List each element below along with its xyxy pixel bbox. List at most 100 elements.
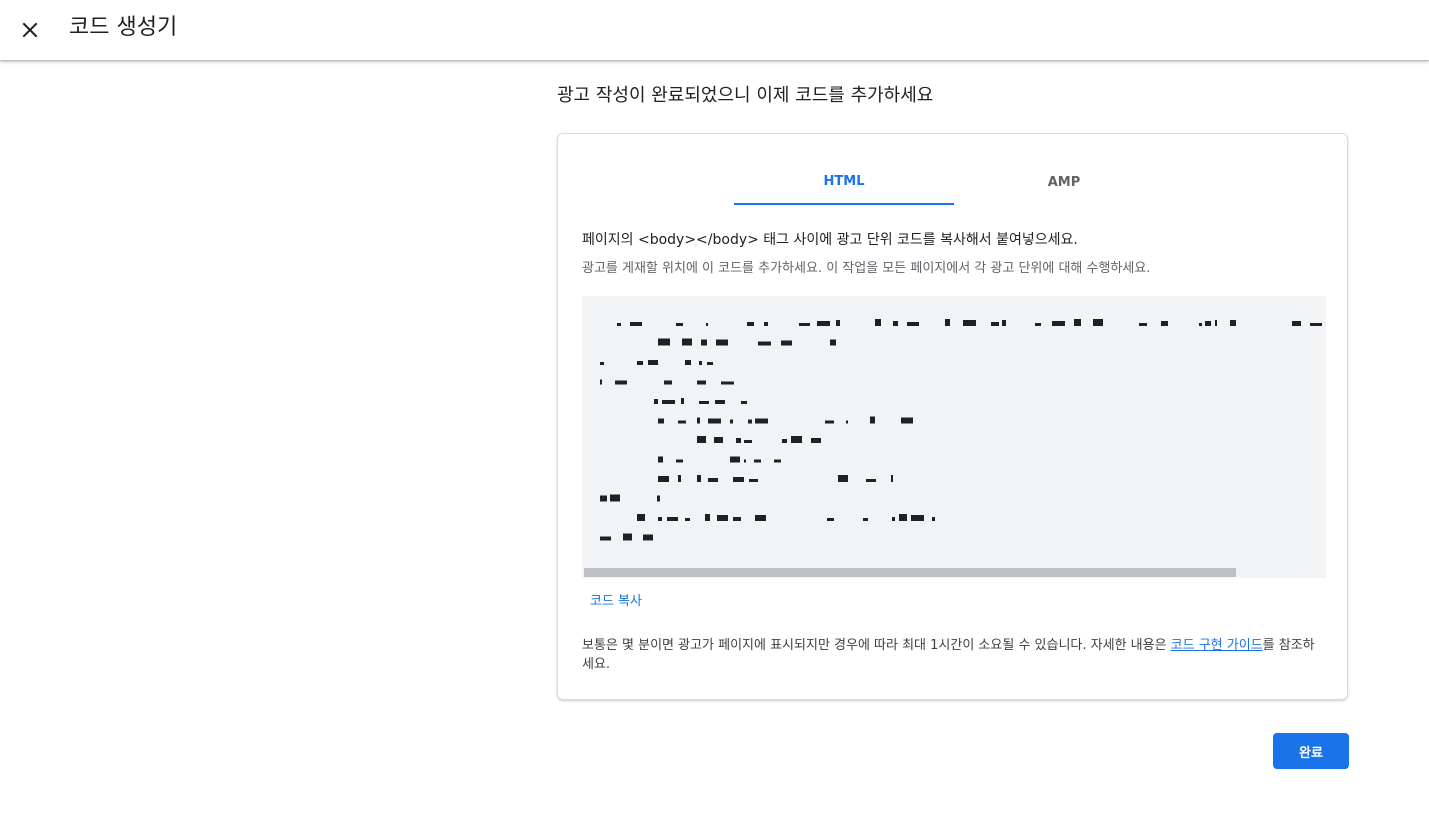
code-noise-block xyxy=(643,534,653,541)
code-noise-block xyxy=(838,475,848,482)
code-noise-block xyxy=(667,517,678,521)
code-noise-block xyxy=(799,323,810,326)
copy-code-link[interactable]: 코드 복사 xyxy=(590,593,642,611)
code-noise-block xyxy=(911,515,924,521)
implementation-guide-link[interactable]: 코드 구현 가이드 xyxy=(1171,638,1263,653)
code-noise-block xyxy=(708,478,718,482)
code-noise-block xyxy=(617,323,621,326)
app-title: 코드 생성기 xyxy=(69,15,178,40)
close-icon xyxy=(22,22,38,38)
code-noise-block xyxy=(678,420,686,424)
code-noise-block xyxy=(748,419,752,424)
code-noise-block xyxy=(623,533,632,541)
close-button[interactable] xyxy=(12,12,48,48)
code-noise-block xyxy=(699,361,702,365)
code-noise-block xyxy=(730,419,733,424)
code-noise-block xyxy=(791,436,802,443)
code-noise-block xyxy=(676,323,683,326)
code-noise-block xyxy=(863,518,868,521)
code-noise-block xyxy=(682,338,692,346)
code-noise-block xyxy=(706,323,708,326)
code-noise-block xyxy=(658,338,670,346)
code-noise-block xyxy=(648,360,658,365)
code-noise-block xyxy=(749,479,758,482)
code-noise-block xyxy=(708,418,721,424)
code-noise-block xyxy=(662,400,675,404)
code-noise-block xyxy=(697,475,701,482)
code-noise-block xyxy=(715,400,725,404)
code-noise-block xyxy=(1310,323,1322,326)
code-noise-block xyxy=(600,379,602,385)
code-noise-block xyxy=(699,401,709,404)
code-noise-block xyxy=(658,418,664,424)
code-noise-block xyxy=(1161,321,1168,326)
code-noise-block xyxy=(685,518,690,521)
code-noise-block xyxy=(899,514,907,521)
tab-html[interactable]: HTML xyxy=(734,160,954,205)
code-noise-block xyxy=(817,321,830,326)
code-noise-block xyxy=(730,456,740,463)
code-noise-block xyxy=(892,517,895,521)
code-noise-block xyxy=(866,479,876,482)
code-noise-block xyxy=(717,515,728,521)
code-noise-block xyxy=(781,340,792,346)
code-card: HTML AMP 페이지의 <body></body> 태그 사이에 광고 단위… xyxy=(557,133,1348,700)
code-noise-block xyxy=(1035,323,1041,326)
code-noise-block xyxy=(907,322,919,326)
code-noise-block xyxy=(637,514,645,521)
code-noise-block xyxy=(630,322,642,326)
code-noise-block xyxy=(1052,321,1065,326)
code-noise-block xyxy=(1074,319,1081,326)
code-noise-block xyxy=(701,339,707,346)
code-noise-block xyxy=(1199,323,1202,326)
code-noise-block xyxy=(705,514,710,521)
code-noise-block xyxy=(733,517,741,521)
code-scrollbar-thumb[interactable] xyxy=(584,568,1236,577)
tab-amp[interactable]: AMP xyxy=(954,160,1174,205)
code-noise-block xyxy=(774,459,781,463)
code-noise-block xyxy=(657,495,660,502)
code-noise-block xyxy=(764,322,768,326)
code-noise-block xyxy=(681,398,684,404)
footnote: 보통은 몇 분이면 광고가 페이지에 표시되지만 경우에 따라 최대 1시간이 … xyxy=(582,636,1326,674)
code-noise-block xyxy=(600,362,604,365)
footnote-text-before: 보통은 몇 분이면 광고가 페이지에 표시되지만 경우에 따라 최대 1시간이 … xyxy=(582,638,1171,653)
code-noise-block xyxy=(782,439,787,443)
code-noise-block xyxy=(870,416,875,424)
code-snippet-box[interactable] xyxy=(582,296,1326,578)
code-noise-block xyxy=(714,437,723,443)
instruction-title: 페이지의 <body></body> 태그 사이에 광고 단위 코드를 복사해서… xyxy=(582,232,1078,248)
code-noise-block xyxy=(600,495,607,502)
code-noise-block xyxy=(893,321,898,326)
code-scrollbar[interactable] xyxy=(582,566,1326,578)
code-noise-block xyxy=(827,518,834,521)
code-noise-block xyxy=(758,341,771,346)
code-noise-block xyxy=(1139,323,1147,326)
code-noise-block xyxy=(697,436,706,443)
done-button[interactable]: 완료 xyxy=(1273,733,1349,769)
code-noise-block xyxy=(736,438,741,443)
instruction-subtitle: 광고를 게재할 위치에 이 코드를 추가하세요. 이 작업을 모든 페이지에서 … xyxy=(582,261,1151,276)
code-noise-block xyxy=(658,476,669,482)
code-noise-block xyxy=(747,322,754,326)
code-noise-block xyxy=(875,319,881,326)
code-noise-block xyxy=(615,380,627,385)
code-noise-block xyxy=(733,477,744,482)
obscured-code-lines xyxy=(600,319,1322,541)
top-app-bar: 코드 생성기 xyxy=(0,0,1429,60)
code-noise-block xyxy=(891,475,893,482)
code-noise-block xyxy=(932,517,935,521)
code-noise-block xyxy=(755,515,766,521)
code-noise-block xyxy=(707,362,713,365)
code-noise-block xyxy=(1002,320,1006,326)
code-noise-block xyxy=(676,459,683,463)
code-noise-block xyxy=(1292,321,1301,326)
code-noise-block xyxy=(1093,319,1103,326)
code-noise-block xyxy=(697,417,700,424)
code-noise-block xyxy=(744,459,746,463)
code-noise-block xyxy=(991,322,999,326)
code-noise-block xyxy=(600,536,611,541)
code-noise-block xyxy=(901,417,913,424)
code-noise-block xyxy=(658,456,663,463)
code-noise-block xyxy=(846,420,848,424)
